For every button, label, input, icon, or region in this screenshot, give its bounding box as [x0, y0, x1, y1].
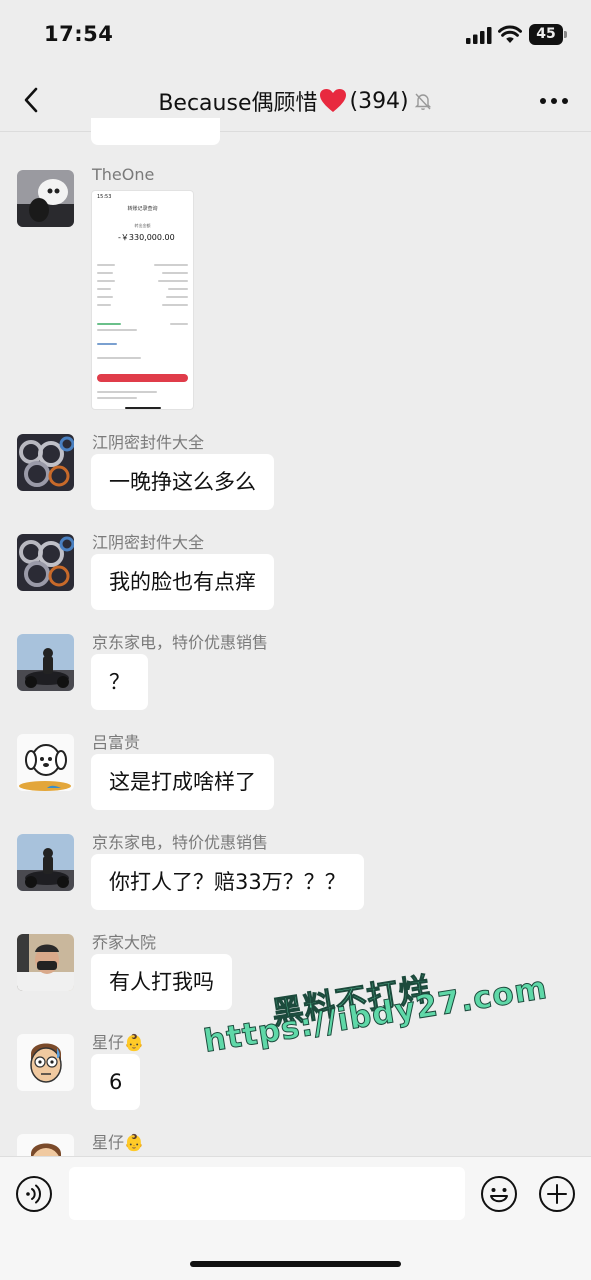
- battery-level: 45: [529, 24, 563, 45]
- sender-name: 江阴密封件大全: [92, 533, 205, 552]
- cellular-signal-icon: [466, 27, 492, 44]
- chat-title[interactable]: Because偶顾惜 (394): [90, 86, 501, 116]
- input-bar: [0, 1156, 591, 1280]
- ellipsis-icon[interactable]: [539, 97, 569, 105]
- wifi-icon: [498, 25, 522, 43]
- message-bubble[interactable]: 我的脸也有点痒: [91, 554, 274, 610]
- chat-header: Because偶顾惜 (394): [0, 70, 591, 132]
- group-name: Because偶顾惜: [158, 91, 318, 116]
- avatar[interactable]: [17, 734, 74, 791]
- status-time: 17:54: [44, 22, 114, 46]
- avatar[interactable]: [17, 834, 74, 891]
- avatar[interactable]: [17, 934, 74, 991]
- message-bubble[interactable]: 这是打成啥样了: [91, 754, 274, 810]
- sender-name: TheOne: [92, 165, 155, 184]
- sender-name: 京东家电，特价优惠销售: [92, 833, 269, 852]
- previous-message-bubble: [91, 118, 220, 145]
- sender-name: 京东家电，特价优惠销售: [92, 633, 269, 652]
- message-bubble[interactable]: 有人打我吗: [91, 954, 232, 1010]
- avatar[interactable]: [17, 634, 74, 691]
- sender-name: 乔家大院: [92, 933, 157, 952]
- image-message-transfer-screenshot[interactable]: 15:53 转账记录查询 转出金额 -￥330,000.00: [91, 190, 194, 410]
- message-input[interactable]: [69, 1167, 465, 1220]
- smiley-icon[interactable]: [480, 1175, 518, 1213]
- message-bubble[interactable]: 一晚挣这么多么: [91, 454, 274, 510]
- message-bubble[interactable]: 你打人了？赔33万？？？: [91, 854, 364, 910]
- bell-slash-icon: [414, 93, 431, 110]
- chevron-left-icon[interactable]: [18, 84, 46, 116]
- avatar[interactable]: [17, 1034, 74, 1091]
- voice-icon[interactable]: [15, 1175, 53, 1213]
- message-bubble[interactable]: ？: [91, 654, 148, 710]
- sender-name: 星仔👶: [92, 1133, 144, 1152]
- screenshot-button: [97, 374, 188, 382]
- status-bar: 17:54 45: [0, 0, 591, 70]
- avatar[interactable]: [17, 1134, 74, 1156]
- sender-name: 吕富贵: [92, 733, 141, 752]
- avatar[interactable]: [17, 434, 74, 491]
- heart-icon: [320, 89, 347, 112]
- battery-indicator: 45: [529, 24, 567, 45]
- member-count: (394): [349, 88, 409, 114]
- message-bubble[interactable]: 6: [91, 1054, 141, 1110]
- sender-name: 江阴密封件大全: [92, 433, 205, 452]
- avatar[interactable]: [17, 170, 74, 227]
- plus-circle-icon[interactable]: [538, 1175, 576, 1213]
- sender-name: 星仔👶: [92, 1033, 144, 1052]
- avatar[interactable]: [17, 534, 74, 591]
- home-indicator: [190, 1261, 401, 1267]
